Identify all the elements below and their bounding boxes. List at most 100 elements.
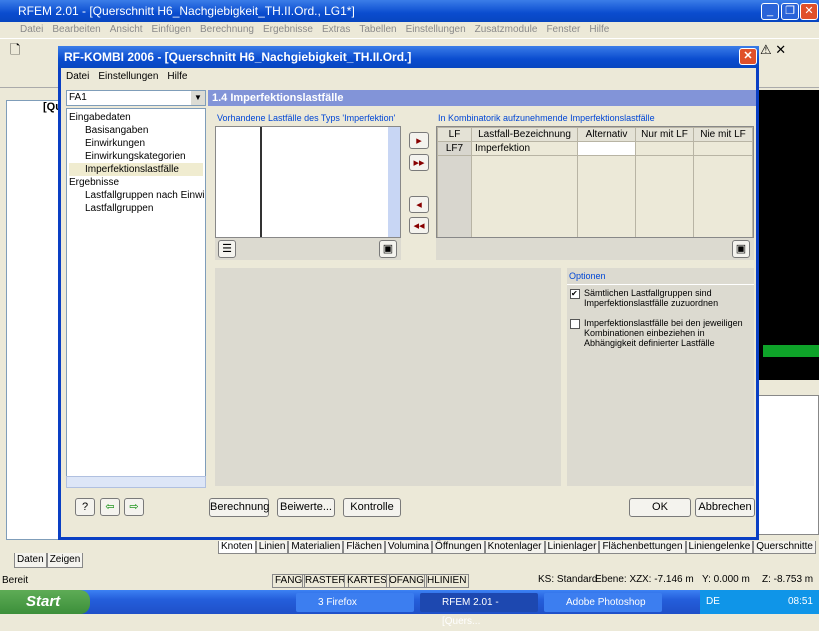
language-indicator[interactable]: DE	[706, 596, 720, 607]
col-nie-mit: Nie mit LF	[693, 127, 753, 142]
restore-button[interactable]: ❐	[781, 3, 799, 20]
nav-item[interactable]: Ergebnisse	[69, 176, 203, 189]
coord-system: KS: Standard	[538, 574, 598, 585]
cancel-button[interactable]: Abbrechen	[695, 498, 755, 517]
table-row[interactable]: LF7 Imperfektion	[437, 141, 753, 156]
new-file-icon[interactable]: 🗋	[10, 42, 24, 57]
dialog-menu-datei[interactable]: Datei	[66, 71, 89, 82]
tab-flaechenbettungen[interactable]: Flächenbettungen	[599, 541, 686, 554]
nav-item[interactable]: Eingabedaten	[69, 111, 203, 124]
structure-member	[763, 345, 819, 357]
nav-item[interactable]: Lastfallgruppen nach Einwirkung	[69, 189, 205, 202]
warning-icon[interactable]: ⚠	[760, 42, 772, 57]
remove-all-button[interactable]: ◂◂	[409, 217, 429, 234]
checkbox-unchecked[interactable]	[570, 319, 580, 329]
dialog-menu-hilfe[interactable]: Hilfe	[167, 71, 187, 82]
option-assign-all[interactable]: ✔ Sämtlichen Lastfallgruppen sind Imperf…	[570, 288, 750, 308]
main-title-bar: RFEM 2.01 - [Querschnitt H6_Nachgiebigke…	[0, 0, 819, 22]
tab-volumina[interactable]: Volumina	[384, 541, 433, 554]
tab-flaechen[interactable]: Flächen	[343, 541, 385, 554]
tab-oeffnungen[interactable]: Öffnungen	[432, 541, 485, 554]
tab-zeigen[interactable]: Zeigen	[46, 553, 84, 568]
nav-hscrollbar[interactable]	[66, 476, 206, 488]
tab-linienlager[interactable]: Linienlager	[544, 541, 600, 554]
menu-ansicht[interactable]: Ansicht	[110, 24, 143, 35]
remove-one-button[interactable]: ◂	[409, 196, 429, 213]
nav-item[interactable]: Einwirkungskategorien	[69, 150, 203, 163]
toggle-ofang[interactable]: OFANG	[386, 574, 428, 588]
ok-button[interactable]: OK	[629, 498, 691, 517]
menu-fenster[interactable]: Fenster	[546, 24, 580, 35]
close-button[interactable]: ✕	[800, 3, 818, 20]
previous-button[interactable]: ⇦	[100, 498, 120, 516]
add-all-button[interactable]: ▸▸	[409, 154, 429, 171]
berechnung-button[interactable]: Berechnung	[209, 498, 269, 517]
list-vscrollbar[interactable]	[388, 127, 400, 237]
options-panel: Optionen ✔ Sämtlichen Lastfallgruppen si…	[567, 268, 754, 486]
menu-einfuegen[interactable]: Einfügen	[152, 24, 191, 35]
cell-alternativ[interactable]	[577, 141, 636, 156]
menu-einstellungen[interactable]: Einstellungen	[406, 24, 466, 35]
option-dependent[interactable]: Imperfektionslastfälle bei den jeweilige…	[570, 318, 750, 348]
checkbox-checked[interactable]: ✔	[570, 289, 580, 299]
dialog-close-button[interactable]: ✕	[739, 48, 757, 65]
toggle-hlinien[interactable]: HLINIEN	[424, 574, 470, 588]
nav-item[interactable]: Einwirkungen	[69, 137, 203, 150]
cell-nie-mit[interactable]	[693, 141, 753, 156]
table-export-button[interactable]: ▣	[732, 240, 750, 258]
menu-extras[interactable]: Extras	[322, 24, 350, 35]
toggle-kartes[interactable]: KARTES	[344, 574, 390, 588]
cross-icon[interactable]: ✕	[775, 42, 786, 57]
task-photoshop[interactable]: Adobe Photoshop	[544, 593, 662, 612]
nav-item[interactable]: Basisangaben	[69, 124, 203, 137]
task-firefox[interactable]: 3 Firefox	[296, 593, 414, 612]
select-list-button[interactable]: ☰	[218, 240, 236, 258]
toggle-raster[interactable]: RASTER	[302, 574, 349, 588]
section-header: 1.4 Imperfektionslastfälle	[208, 90, 756, 106]
bottom-tabs: Knoten Linien Materialien Flächen Volumina Öf…	[218, 540, 816, 554]
cell-lf[interactable]: LF7	[437, 141, 472, 156]
tab-daten[interactable]: Daten	[14, 553, 47, 568]
toggle-fang[interactable]: FANG	[272, 574, 306, 588]
available-list[interactable]	[215, 126, 401, 238]
graphics-view[interactable]	[758, 90, 819, 380]
menu-tabellen[interactable]: Tabellen	[359, 24, 396, 35]
tab-knotenlager[interactable]: Knotenlager	[484, 541, 545, 554]
cell-bezeichnung[interactable]: Imperfektion	[471, 141, 578, 156]
tab-materialien[interactable]: Materialien	[288, 541, 344, 554]
menu-datei[interactable]: Datei	[20, 24, 43, 35]
start-button[interactable]: Start	[0, 590, 90, 614]
cell-nur-mit[interactable]	[635, 141, 694, 156]
tab-liniengelenke[interactable]: Liniengelenke	[685, 541, 754, 554]
chevron-down-icon[interactable]: ▼	[191, 91, 205, 105]
task-rfem[interactable]: RFEM 2.01 - [Quers...	[420, 593, 538, 627]
add-one-button[interactable]: ▸	[409, 132, 429, 149]
tab-linien[interactable]: Linien	[255, 541, 289, 554]
menu-bearbeiten[interactable]: Bearbeiten	[52, 24, 100, 35]
dialog-title-bar: RF-KOMBI 2006 - [Querschnitt H6_Nachgieb…	[58, 46, 759, 68]
tab-querschnitte[interactable]: Querschnitte	[753, 541, 816, 554]
col-lf: LF	[437, 127, 472, 142]
menu-berechnung[interactable]: Berechnung	[200, 24, 254, 35]
minimize-button[interactable]: _	[761, 3, 779, 20]
kontrolle-button[interactable]: Kontrolle	[343, 498, 401, 517]
dialog-menu-bar: Datei Einstellungen Hilfe	[61, 68, 756, 86]
dialog-menu-einstellungen[interactable]: Einstellungen	[98, 71, 158, 82]
app-title: RFEM 2.01 - [Querschnitt H6_Nachgiebigke…	[18, 4, 355, 18]
beiwerte-button[interactable]: Beiwerte...	[277, 498, 335, 517]
navigator-tabs: Daten Zeigen	[14, 553, 84, 568]
export-button[interactable]: ▣	[379, 240, 397, 258]
menu-hilfe[interactable]: Hilfe	[589, 24, 609, 35]
case-select[interactable]: FA1 ▼	[66, 90, 206, 106]
help-button[interactable]: ?	[75, 498, 95, 516]
system-tray: DE 08:51	[700, 590, 819, 614]
plane: Ebene: XZ	[595, 574, 643, 585]
nav-item[interactable]: Imperfektionslastfälle	[69, 163, 203, 176]
selected-label: In Kombinatorik aufzunehmende Imperfekti…	[438, 113, 655, 123]
menu-ergebnisse[interactable]: Ergebnisse	[263, 24, 313, 35]
nav-item[interactable]: Lastfallgruppen	[69, 202, 203, 215]
menu-zusatzmodule[interactable]: Zusatzmodule	[475, 24, 538, 35]
lower-panel	[215, 268, 561, 486]
tab-knoten[interactable]: Knoten	[218, 541, 256, 554]
next-button[interactable]: ⇨	[124, 498, 144, 516]
